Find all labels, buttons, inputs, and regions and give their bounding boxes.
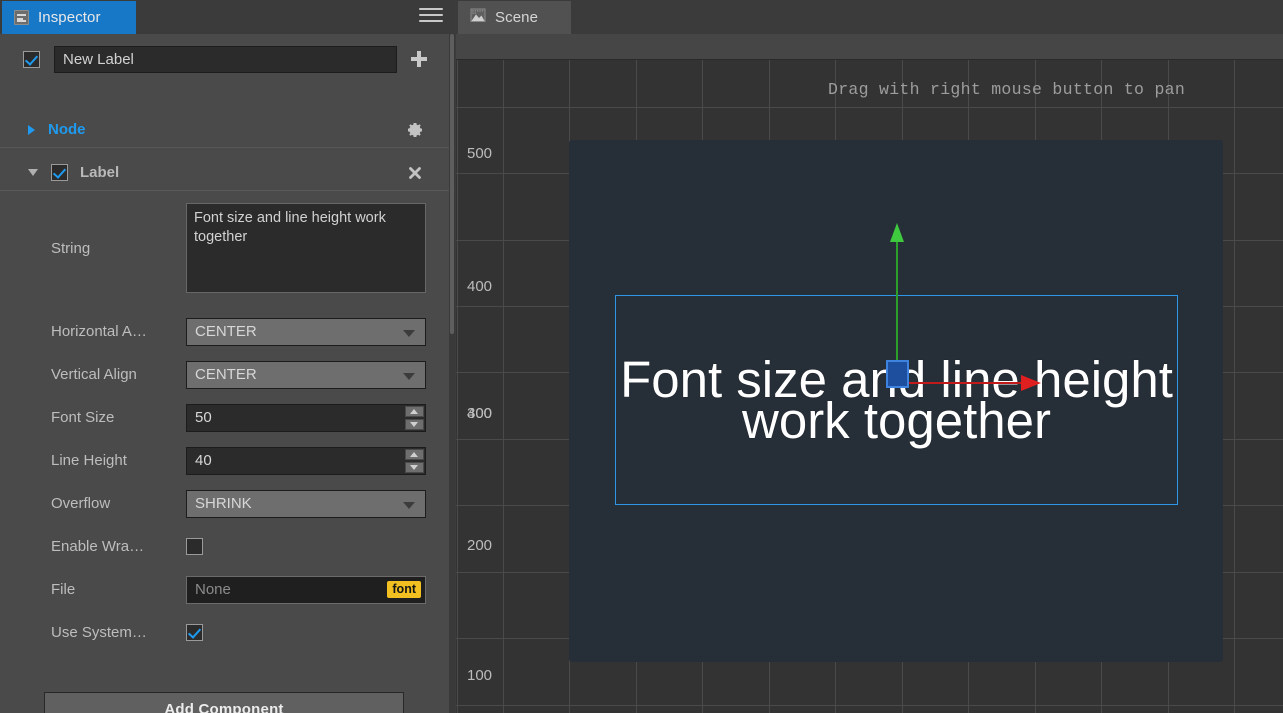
property-row-vertical-align: Vertical Align CENTER [0,353,449,396]
font-file-value: None [195,581,231,598]
property-label-use-system-font: Use System… [51,624,147,641]
stepper-down-icon[interactable] [405,461,424,473]
ruler-label-y: 400 [467,278,493,295]
property-label-font-size: Font Size [51,409,115,426]
scene-panel: Scene 500 400 400 300 200 100 Drag with … [456,0,1283,713]
plus-icon[interactable] [409,49,429,69]
scene-tabbar: Scene [456,0,1283,35]
grid-line [503,60,504,713]
font-size-stepper[interactable] [405,405,424,430]
chevron-down-icon [403,329,415,337]
close-icon[interactable] [406,164,424,182]
section-header-node[interactable]: Node [0,112,449,148]
section-title-node: Node [48,121,86,138]
grid-line [457,60,458,713]
property-label-overflow: Overflow [51,495,111,512]
line-height-stepper[interactable] [405,448,424,473]
ruler-label-y: 300 [467,405,493,422]
property-row-font-size: Font Size 50 [0,396,449,439]
scene-label-line2: work together [742,392,1051,449]
property-label-enable-wrap: Enable Wra… [51,538,145,555]
vertical-align-select[interactable]: CENTER [186,360,426,389]
enable-wrap-checkbox[interactable] [186,538,203,555]
stepper-down-icon[interactable] [405,418,424,430]
tab-inspector[interactable]: Inspector [2,1,136,34]
gear-icon[interactable] [406,121,424,139]
grid-line [1234,60,1235,713]
property-label-horizontal-align: Horizontal A… [51,323,147,340]
property-row-string: String [0,186,449,310]
property-label-string: String [51,239,91,257]
property-row-file: File None font [0,568,449,611]
stepper-up-icon[interactable] [405,405,424,417]
property-row-overflow: Overflow SHRINK [0,482,449,525]
overflow-value: SHRINK [195,495,252,512]
vertical-align-value: CENTER [195,366,257,383]
line-height-value: 40 [195,452,212,469]
label-component-enabled-checkbox[interactable] [51,164,68,181]
overflow-select[interactable]: SHRINK [186,489,426,518]
ruler-label-y: 500 [467,145,493,162]
ruler-label-y: 100 [467,667,493,684]
chevron-down-icon [403,372,415,380]
ruler-label-y: 200 [467,537,493,554]
node-name-row [0,42,449,76]
inspector-panel: Inspector Node [0,0,455,713]
string-textarea[interactable] [186,203,426,293]
section-title-label: Label [80,164,120,181]
image-icon [470,8,486,28]
property-row-line-height: Line Height 40 [0,439,449,482]
grid-line [456,705,1283,706]
gizmo-x-arrow-icon[interactable] [1021,375,1041,391]
chevron-down-icon [403,501,415,509]
gizmo-y-arrow-icon[interactable] [890,223,904,242]
scene-scrollbar[interactable] [1278,60,1283,713]
line-height-input[interactable]: 40 [186,446,426,475]
node-enabled-checkbox[interactable] [23,50,40,68]
property-label-line-height: Line Height [51,452,127,469]
gizmo-x-axis[interactable] [897,382,1025,384]
editor-window: Inspector Node [0,0,1283,713]
use-system-font-checkbox[interactable] [186,624,203,641]
tab-scene[interactable]: Scene [458,1,571,34]
grid-line [456,107,1283,108]
stepper-up-icon[interactable] [405,448,424,460]
property-label-vertical-align: Vertical Align [51,366,137,383]
pan-hint-text: Drag with right mouse button to pan [828,80,1186,99]
tab-scene-label: Scene [495,9,539,26]
inspector-icon [14,10,29,25]
add-component-button[interactable]: Add Component [44,692,404,713]
chevron-right-icon [28,124,35,135]
font-size-input[interactable]: 50 [186,403,426,432]
hamburger-menu-icon[interactable] [419,8,443,26]
scene-toolbar [456,34,1283,60]
property-row-enable-wrap: Enable Wra… [0,525,449,568]
scene-viewport[interactable]: 500 400 400 300 200 100 Drag with right … [456,60,1283,713]
node-name-input[interactable] [54,45,397,73]
horizontal-align-select[interactable]: CENTER [186,317,426,346]
property-label-file: File [51,581,76,598]
font-size-value: 50 [195,409,212,426]
font-file-field[interactable]: None font [186,575,426,604]
inspector-tabbar: Inspector [0,0,455,35]
chevron-down-icon [28,169,38,176]
horizontal-align-value: CENTER [195,323,257,340]
tab-inspector-label: Inspector [38,9,101,26]
property-row-horizontal-align: Horizontal A… CENTER [0,310,449,353]
font-type-badge: font [387,580,421,599]
gizmo-center-handle[interactable] [886,360,909,388]
inspector-body: Node Label [0,34,449,713]
inspector-scrollbar[interactable] [449,34,455,713]
property-row-use-system-font: Use System… [0,611,449,654]
